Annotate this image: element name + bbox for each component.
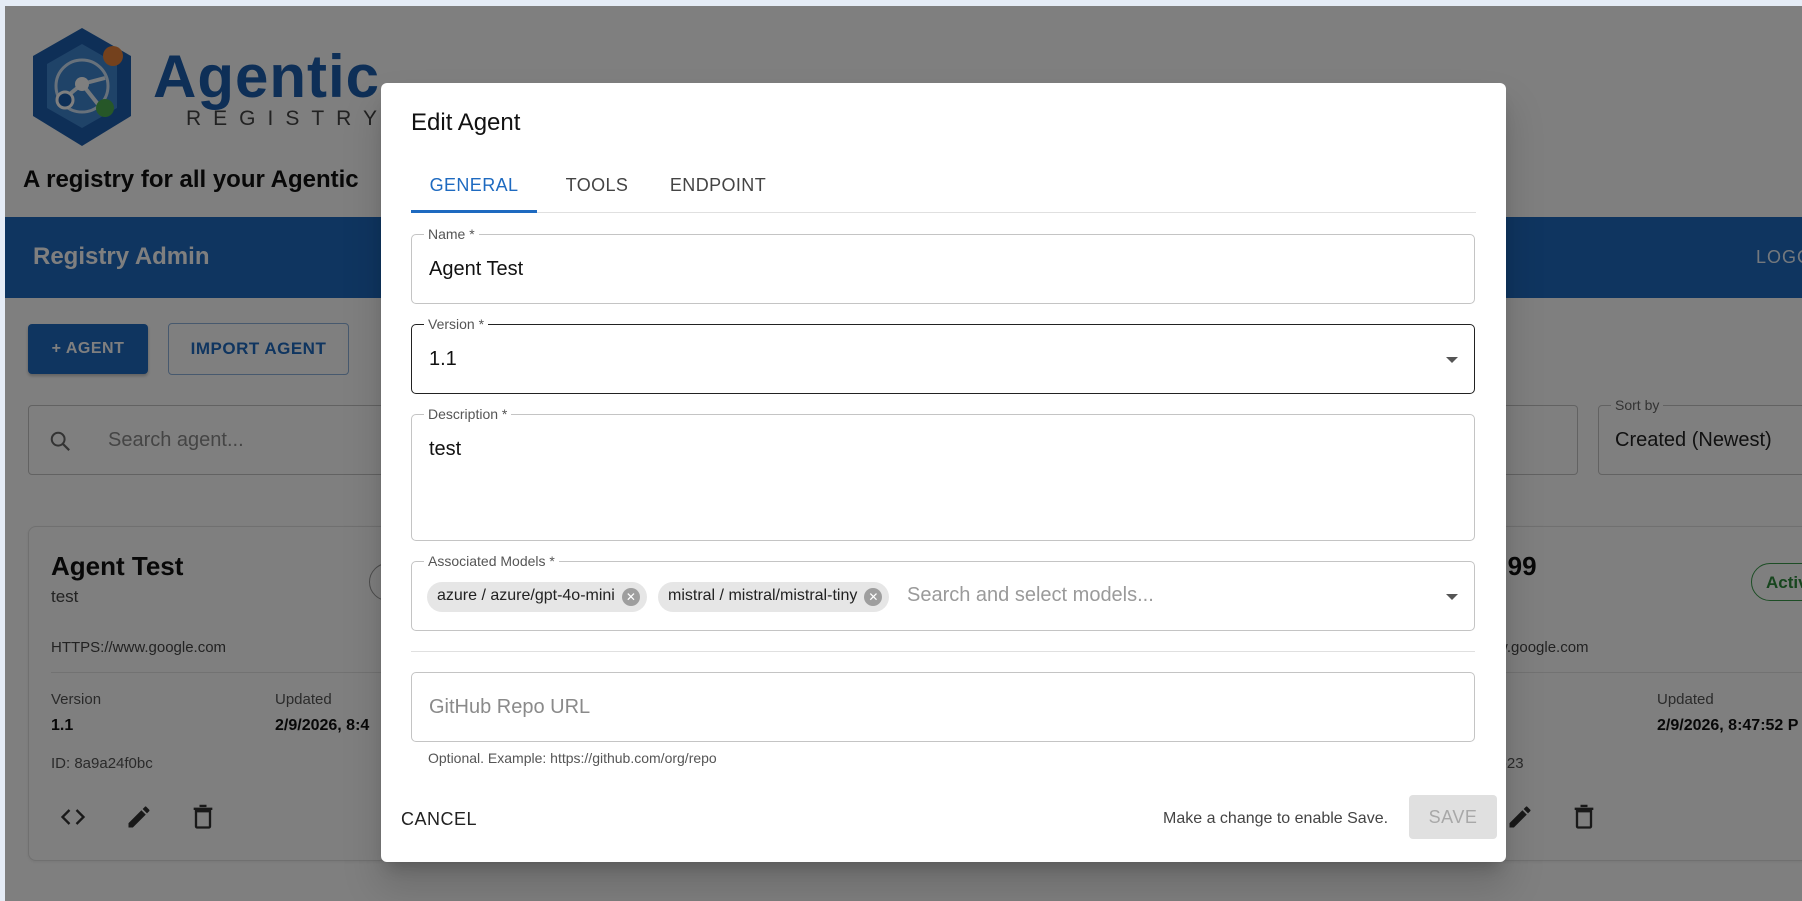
version-label: Version *	[424, 316, 489, 332]
models-autocomplete[interactable]: Associated Models * azure / azure/gpt-4o…	[411, 553, 1475, 631]
version-value: 1.1	[429, 348, 457, 370]
description-value: test	[429, 438, 462, 460]
tab-tools[interactable]: TOOLS	[551, 163, 643, 213]
save-hint: Make a change to enable Save.	[1163, 810, 1389, 827]
cancel-button[interactable]: CANCEL	[401, 809, 477, 830]
github-url-field[interactable]: GitHub Repo URL	[411, 672, 1475, 742]
name-label: Name *	[424, 226, 479, 242]
chevron-down-icon[interactable]	[1446, 594, 1458, 600]
models-search-placeholder[interactable]: Search and select models...	[907, 584, 1154, 607]
tab-endpoint[interactable]: ENDPOINT	[657, 163, 779, 213]
name-field[interactable]: Name * Agent Test	[411, 226, 1475, 304]
tab-general[interactable]: GENERAL	[411, 163, 537, 213]
github-helper-text: Optional. Example: https://github.com/or…	[428, 750, 717, 766]
model-chip-label: azure / azure/gpt-4o-mini	[437, 587, 615, 604]
version-select[interactable]: Version * 1.1	[411, 316, 1475, 394]
chevron-down-icon	[1446, 357, 1458, 363]
edit-agent-dialog: Edit Agent GENERAL TOOLS ENDPOINT Name *…	[381, 83, 1506, 862]
model-chip[interactable]: mistral / mistral/mistral-tiny ✕	[658, 582, 890, 612]
section-divider	[411, 651, 1475, 652]
dialog-title: Edit Agent	[411, 109, 521, 136]
models-label: Associated Models *	[424, 553, 559, 569]
github-url-placeholder: GitHub Repo URL	[429, 696, 591, 718]
app-frame: Agentic REGISTRY A registry for all your…	[5, 6, 1802, 901]
description-label: Description *	[424, 406, 512, 422]
remove-chip-icon[interactable]: ✕	[621, 588, 640, 606]
model-chip-label: mistral / mistral/mistral-tiny	[668, 587, 858, 604]
remove-chip-icon[interactable]: ✕	[864, 588, 883, 606]
name-value: Agent Test	[429, 258, 524, 280]
description-field[interactable]: Description * test	[411, 406, 1475, 541]
model-chip[interactable]: azure / azure/gpt-4o-mini ✕	[427, 582, 647, 612]
active-tab-indicator	[411, 210, 537, 213]
save-button[interactable]: SAVE	[1409, 795, 1497, 839]
dialog-tabs: GENERAL TOOLS ENDPOINT	[411, 163, 1476, 213]
